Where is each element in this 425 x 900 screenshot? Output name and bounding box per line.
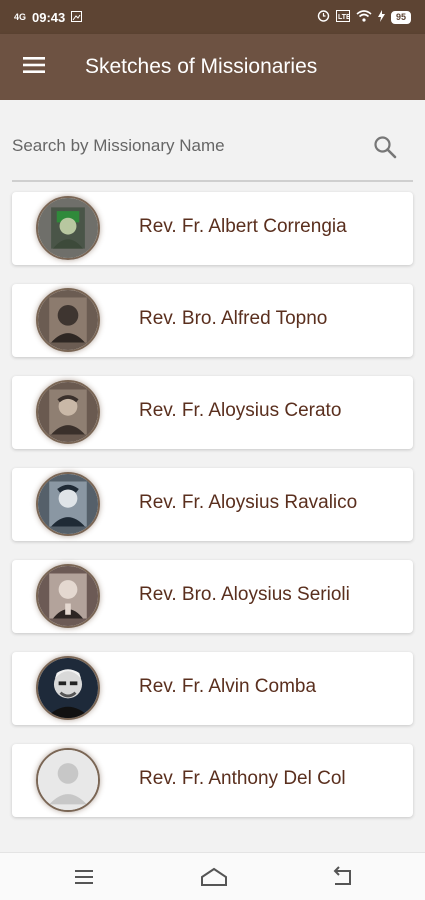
missionary-photo	[36, 196, 100, 260]
volte-icon: LTE	[335, 9, 351, 25]
missionary-name: Rev. Bro. Alfred Topno	[139, 308, 328, 329]
charging-icon	[377, 9, 385, 25]
menu-button[interactable]	[0, 34, 68, 100]
hamburger-icon	[23, 56, 45, 79]
missionary-photo	[36, 564, 100, 628]
alarm-icon	[317, 9, 330, 25]
list-item[interactable]: Rev. Fr. Albert Correngia	[12, 192, 413, 265]
missionary-name: Rev. Fr. Anthony Del Col	[139, 768, 346, 789]
home-icon	[200, 867, 228, 893]
search-underline	[12, 180, 413, 182]
missionary-name: Rev. Fr. Alvin Comba	[139, 676, 317, 697]
search-input[interactable]	[12, 128, 342, 164]
status-bar: 4G 09:43 LTE 95	[0, 0, 425, 34]
placeholder-avatar-icon	[36, 748, 100, 812]
missionary-name: Rev. Fr. Albert Correngia	[139, 216, 347, 237]
status-left: 4G 09:43	[14, 9, 83, 25]
home-button[interactable]	[200, 865, 227, 889]
missionary-name: Rev. Fr. Aloysius Cerato	[139, 400, 342, 421]
clock: 09:43	[32, 9, 66, 25]
page-title: Sketches of Missionaries	[85, 55, 318, 78]
recent-apps-icon	[72, 870, 96, 893]
app-bar: Sketches of Missionaries	[0, 34, 425, 100]
missionary-photo	[36, 380, 100, 444]
search-button[interactable]	[372, 134, 398, 160]
search-icon	[372, 136, 398, 164]
list-item[interactable]: Rev. Bro. Alfred Topno	[12, 284, 413, 357]
wifi-icon	[356, 9, 372, 25]
signal-label: 4G	[14, 12, 27, 22]
missionary-photo	[36, 472, 100, 536]
missionary-photo	[36, 656, 100, 720]
list-item[interactable]: Rev. Fr. Aloysius Cerato	[12, 376, 413, 449]
back-button[interactable]	[330, 865, 354, 889]
list-item[interactable]: Rev. Bro. Aloysius Serioli	[12, 560, 413, 633]
list-item[interactable]: Rev. Fr. Aloysius Ravalico	[12, 468, 413, 541]
svg-text:LTE: LTE	[338, 14, 350, 21]
list-item[interactable]: Rev. Fr. Anthony Del Col	[12, 744, 413, 817]
image-notification-icon	[71, 10, 83, 25]
back-icon	[330, 866, 354, 893]
missionary-name: Rev. Bro. Aloysius Serioli	[139, 584, 350, 605]
missionary-name: Rev. Fr. Aloysius Ravalico	[139, 492, 358, 513]
status-right: LTE 95	[317, 9, 411, 25]
recent-apps-button[interactable]	[72, 865, 96, 889]
system-nav-bar	[0, 852, 425, 900]
missionary-photo	[36, 288, 100, 352]
list-item[interactable]: Rev. Fr. Alvin Comba	[12, 652, 413, 725]
battery-icon: 95	[390, 10, 411, 24]
